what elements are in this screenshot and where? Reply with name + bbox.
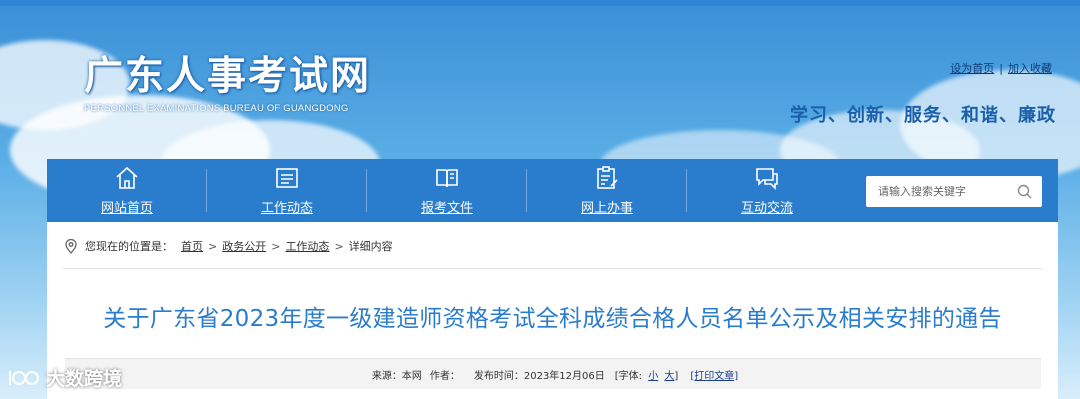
font-large-link[interactable]: 大 xyxy=(664,371,674,382)
search-box xyxy=(866,176,1042,207)
search-icon xyxy=(1017,184,1031,199)
watermark-text: 大数跨境 xyxy=(46,368,123,390)
breadcrumb-separator: > xyxy=(208,239,218,253)
article-title: 关于广东省2023年度一级建造师资格考试全科成绩合格人员名单公示及相关安排的通告 xyxy=(103,306,1002,332)
meta-source-value: 本网 xyxy=(401,370,422,382)
meta-author-label: 作者： xyxy=(429,370,460,382)
breadcrumb-gov-affairs[interactable]: 政务公开 xyxy=(222,238,266,254)
nav-label: 工作动态 xyxy=(260,201,313,216)
content-panel: 您现在的位置是： 首页 > 政务公开 > 工作动态 > 详细内容 关于广东省20… xyxy=(47,222,1058,399)
nav-item-interaction[interactable]: 互动交流 xyxy=(687,159,847,222)
breadcrumb-prefix: 您现在的位置是： xyxy=(85,240,173,253)
book-icon xyxy=(436,169,458,188)
site-slogan: 学习、创新、服务、和谐、廉政 xyxy=(790,105,1056,126)
news-icon xyxy=(276,168,298,188)
breadcrumb-current: 详细内容 xyxy=(348,240,393,253)
breadcrumb-separator: > xyxy=(271,239,281,253)
nav-item-work-news[interactable]: 工作动态 xyxy=(207,159,367,222)
nav-item-exam-files[interactable]: 报考文件 xyxy=(367,159,527,222)
meta-date: 发布时间：2023年12月06日 xyxy=(474,367,605,382)
article-meta-bar: 来源：本网 作者： 发布时间：2023年12月06日 [字体: 小 大] [打印… xyxy=(65,358,1041,389)
breadcrumb: 您现在的位置是： 首页 > 政务公开 > 工作动态 > 详细内容 xyxy=(65,238,393,254)
nav-label: 网上办事 xyxy=(580,201,633,216)
location-pin-icon xyxy=(65,238,77,254)
add-bookmark-link[interactable]: 加入收藏 xyxy=(1008,62,1052,75)
print-article-link[interactable]: [打印文章] xyxy=(690,367,738,382)
nav-item-home[interactable]: 网站首页 xyxy=(47,159,207,222)
home-icon xyxy=(116,166,138,189)
main-nav: 网站首页 工作动态 报考文件 网上办事 互动交流 xyxy=(47,159,1058,222)
watermark: 大数跨境 xyxy=(6,364,122,391)
search-input[interactable] xyxy=(866,177,1006,206)
breadcrumb-separator: > xyxy=(334,239,344,253)
clipboard-icon xyxy=(597,166,618,189)
site-logo-title[interactable]: 广东人事考试网 xyxy=(84,45,371,101)
breadcrumb-home[interactable]: 首页 xyxy=(181,238,203,254)
search-button[interactable] xyxy=(1006,176,1042,207)
font-size-close: ] xyxy=(674,370,679,382)
breadcrumb-divider xyxy=(63,268,1043,269)
font-small-link[interactable]: 小 xyxy=(648,371,658,382)
set-homepage-link[interactable]: 设为首页 xyxy=(950,62,994,75)
chat-icon xyxy=(756,168,778,190)
meta-date-label: 发布时间： xyxy=(473,370,524,382)
link-separator: | xyxy=(999,62,1003,75)
site-logo-subtitle: PERSONNEL EXAMINATIONS BUREAU OF GUANGDO… xyxy=(84,103,349,114)
font-size-label: [字体: xyxy=(614,370,643,382)
nav-label: 互动交流 xyxy=(740,201,793,216)
nav-label: 网站首页 xyxy=(100,201,153,216)
meta-source-label: 来源： xyxy=(371,370,402,382)
nav-item-online-services[interactable]: 网上办事 xyxy=(527,159,687,222)
breadcrumb-work-news[interactable]: 工作动态 xyxy=(285,238,329,254)
top-strip xyxy=(0,0,1080,6)
meta-source: 来源：本网 xyxy=(372,367,422,382)
meta-font-size: [字体: 小 大] xyxy=(615,367,679,382)
top-links: 设为首页 | 加入收藏 xyxy=(950,60,1052,76)
watermark-logo-icon xyxy=(9,370,39,385)
meta-date-value: 2023年12月06日 xyxy=(523,370,605,382)
nav-label: 报考文件 xyxy=(420,201,473,216)
